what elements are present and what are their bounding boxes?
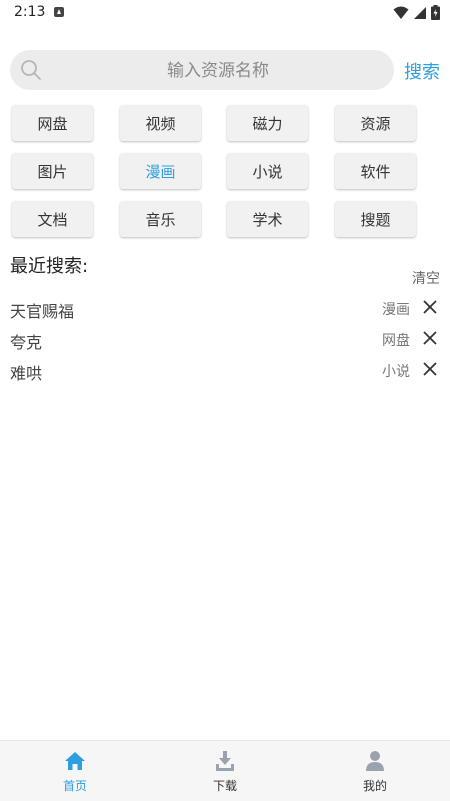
category-button[interactable]: 磁力 [227,105,308,141]
category-button[interactable]: 软件 [335,153,416,189]
nav-item-profile[interactable]: 我的 [300,741,450,801]
category-button[interactable]: 网盘 [12,105,93,141]
status-time: 2:13 [14,4,46,20]
notification-icon [54,7,64,17]
battery-icon [431,5,440,20]
status-icons [393,5,440,20]
category-button[interactable]: 学术 [227,201,308,237]
category-button[interactable]: 搜题 [335,201,416,237]
recent-search-item[interactable]: 难哄 小说 [0,354,450,385]
category-button[interactable]: 资源 [335,105,416,141]
nav-label: 首页 [62,779,87,793]
search-bar [10,50,394,92]
category-button[interactable]: 小说 [227,153,308,189]
status-bar: 2:13 [0,0,450,26]
close-icon[interactable] [422,330,438,346]
recent-search-category: 漫画 [382,302,410,318]
category-button[interactable]: 视频 [120,105,201,141]
close-icon[interactable] [422,299,438,315]
signal-icon [414,6,426,19]
category-button[interactable]: 图片 [12,153,93,189]
bottom-nav: 首页 下载 我的 [0,740,450,801]
search-icon [21,60,41,80]
search-input[interactable] [50,50,386,92]
recent-search-query: 天官赐福 [10,302,75,321]
recent-search-item[interactable]: 天官赐福 漫画 [0,292,450,323]
nav-label: 我的 [362,779,387,793]
close-icon[interactable] [422,361,438,377]
category-button-active[interactable]: 漫画 [120,153,201,189]
category-button[interactable]: 文档 [12,201,93,237]
wifi-icon [393,6,409,19]
recent-search-category: 小说 [382,364,410,380]
recent-search-list: 天官赐福 漫画 夸克 网盘 难哄 小说 [0,292,450,385]
nav-label: 下载 [212,779,237,793]
recent-search-query: 夸克 [10,333,43,352]
recent-search-category: 网盘 [382,333,410,349]
download-icon [216,751,234,771]
recent-search-item[interactable]: 夸克 网盘 [0,323,450,354]
search-button[interactable]: 搜索 [404,58,440,84]
clear-history-button[interactable]: 清空 [412,268,440,288]
nav-item-home[interactable]: 首页 [0,741,150,801]
profile-icon [366,751,384,771]
recent-searches-title: 最近搜索: [10,256,89,277]
category-button[interactable]: 音乐 [120,201,201,237]
nav-item-download[interactable]: 下载 [150,741,300,801]
recent-search-query: 难哄 [10,364,43,383]
home-icon [65,752,85,770]
